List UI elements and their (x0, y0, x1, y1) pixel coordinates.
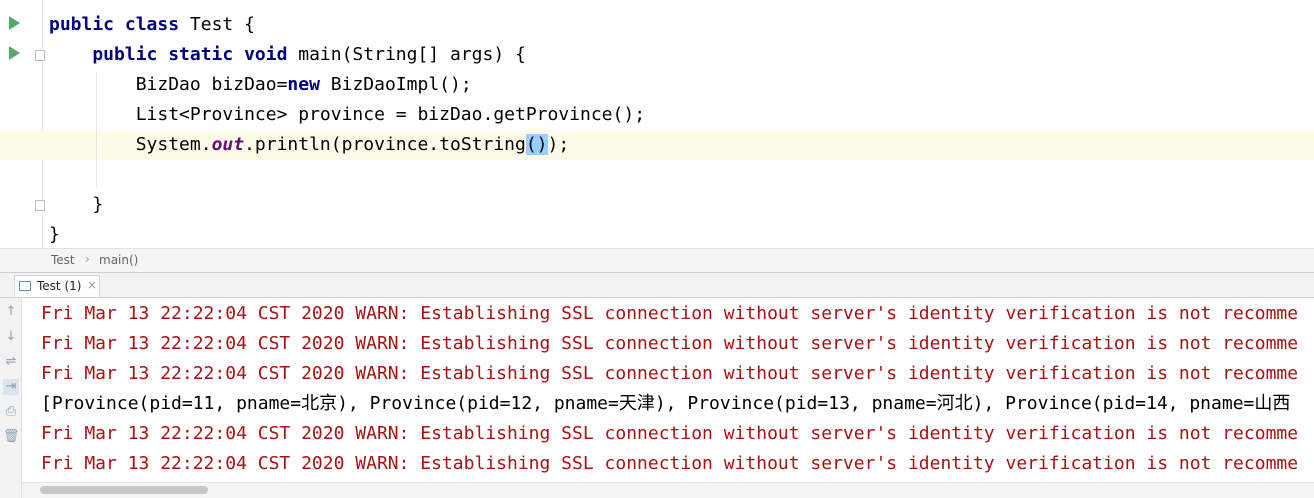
scrollbar-thumb[interactable] (40, 486, 208, 494)
code-editor[interactable]: public class Test { public static void m… (0, 0, 1314, 248)
console-warning-line: Fri Mar 13 22:22:04 CST 2020 WARN: Estab… (41, 423, 1299, 444)
run-class-icon[interactable] (9, 16, 20, 30)
code-line[interactable]: public class Test { (0, 10, 1314, 40)
code-text: BizDao bizDao=new BizDaoImpl(); (49, 73, 472, 97)
code-token: new (287, 74, 331, 95)
code-line[interactable]: List<Province> province = bizDao.getProv… (0, 100, 1314, 130)
breadcrumb-method[interactable]: main() (99, 253, 138, 267)
code-line[interactable]: } (0, 220, 1314, 248)
code-token: System. (49, 134, 212, 155)
console-output[interactable]: Fri Mar 13 22:22:04 CST 2020 WARN: Estab… (22, 298, 1314, 482)
tab-run-test[interactable]: Test (1) × (14, 275, 100, 297)
trash-icon[interactable]: 🗑 (3, 429, 20, 445)
code-token: main(String[] args) { (298, 44, 526, 65)
soft-wrap-icon[interactable]: ⇌ (3, 354, 19, 370)
console-output-line: [Province(pid=11, pname=北京), Province(pi… (41, 393, 1291, 414)
code-token: BizDaoImpl(); (330, 74, 472, 95)
matched-brace-highlight: () (525, 134, 548, 155)
console-warning-line: Fri Mar 13 22:22:04 CST 2020 WARN: Estab… (41, 453, 1299, 474)
breadcrumb-separator: › (85, 252, 90, 266)
code-line[interactable]: } (0, 190, 1314, 220)
code-line-current[interactable]: System.out.println(province.toString()); (0, 130, 1314, 160)
console-warning-line: Fri Mar 13 22:22:04 CST 2020 WARN: Estab… (41, 303, 1299, 324)
tab-label: Test (1) (37, 279, 82, 293)
console-warning-line: Fri Mar 13 22:22:04 CST 2020 WARN: Estab… (41, 333, 1299, 354)
console-toolbar: ↑ ↓ ⇌ ⇥ ⎙ 🗑 (0, 298, 22, 498)
code-text: System.out.println(province.toString()); (49, 133, 569, 157)
code-text: List<Province> province = bizDao.getProv… (49, 103, 645, 127)
code-token: BizDao bizDao= (49, 74, 288, 95)
run-tool-tabbar: Test (1) × (0, 272, 1314, 298)
code-token: public class (49, 14, 190, 35)
code-text: public class Test { (49, 13, 255, 37)
code-line[interactable] (0, 160, 1314, 190)
code-token: ); (547, 134, 570, 155)
print-icon[interactable]: ⎙ (3, 404, 19, 420)
up-arrow-icon[interactable]: ↑ (3, 304, 19, 320)
breadcrumb-class[interactable]: Test (51, 253, 75, 267)
scroll-to-end-icon[interactable]: ⇥ (3, 379, 19, 395)
fold-end-icon[interactable] (35, 200, 45, 211)
code-text: } (49, 193, 103, 217)
code-token: } (49, 224, 60, 245)
run-method-icon[interactable] (9, 46, 20, 60)
console-warning-line: Fri Mar 13 22:22:04 CST 2020 WARN: Estab… (41, 363, 1299, 384)
fold-icon[interactable] (35, 50, 45, 61)
code-token: } (49, 194, 104, 215)
code-token: .println(province.toString (244, 134, 526, 155)
close-icon[interactable]: × (87, 278, 97, 292)
indent-guide (96, 72, 97, 188)
code-line[interactable]: public static void main(String[] args) { (0, 40, 1314, 70)
run-config-icon (19, 281, 31, 291)
code-text: } (49, 223, 60, 247)
breadcrumb: Test › main() (0, 248, 1314, 272)
code-token: public static void (49, 44, 299, 65)
horizontal-scrollbar[interactable] (22, 482, 1314, 498)
code-token: out (211, 134, 245, 155)
code-token: Test { (189, 14, 255, 35)
code-token: List<Province> province = bizDao.getProv… (49, 104, 646, 125)
code-text: public static void main(String[] args) { (49, 43, 526, 67)
code-line[interactable]: BizDao bizDao=new BizDaoImpl(); (0, 70, 1314, 100)
down-arrow-icon[interactable]: ↓ (3, 329, 19, 345)
